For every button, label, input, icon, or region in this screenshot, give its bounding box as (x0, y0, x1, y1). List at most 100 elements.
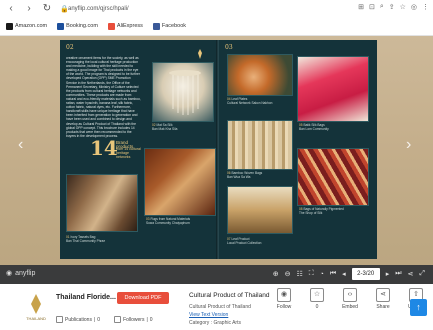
embed-button[interactable]: ‹› Embed (339, 288, 361, 310)
url-bar[interactable]: 🔒 anyflip.com/qjrsc/hpali/ (60, 3, 360, 15)
lock-icon: 🔒 (60, 6, 69, 13)
stat-separator: | (146, 316, 148, 323)
next-page-icon[interactable]: › (406, 136, 411, 154)
rss-icon: ◉ (277, 288, 291, 302)
document-category: Category : Graphic Arts (189, 320, 241, 326)
publisher-info-bar: THAILAND Thailand Floride... Download PD… (0, 284, 433, 330)
caption-item: 05 Batik Silk Bags Ban Lom Community (299, 123, 329, 131)
leaf-product-image (227, 186, 293, 234)
intro-paragraph: creative ornament items for the society,… (66, 56, 141, 138)
star-icon[interactable]: ☆ (400, 3, 406, 11)
thumbnails-icon[interactable]: ☷ (296, 270, 302, 278)
followers-icon (114, 316, 122, 323)
caption-item: 01 Ivory Tassels Bag Ban Thai Community P… (66, 235, 106, 243)
next-icon[interactable]: ▸ (386, 270, 390, 278)
followers-stat[interactable]: Followers | 0 (114, 316, 153, 323)
menu-icon[interactable]: ⋮ (422, 3, 429, 11)
right-page[interactable]: 03 04 Leaf Plates Cultural Network Sakon … (219, 40, 377, 259)
bookmark-label: Facebook (161, 23, 187, 29)
anyflip-logo-icon: ◉ (6, 270, 13, 277)
search-icon[interactable]: ⌕ (380, 3, 384, 11)
followers-label: Followers (123, 316, 145, 323)
like-count: 0 (315, 304, 319, 310)
browser-chrome: ‹ › ↻ 🔒 anyflip.com/qjrsc/hpali/ ⊞ ⊡ ⌕ ⇪… (0, 0, 433, 36)
share-toolbar-icon[interactable]: ⋖ (408, 270, 414, 278)
svg-text:THAILAND: THAILAND (26, 316, 46, 321)
page-number: 03 (225, 44, 233, 51)
leather-goods-image (144, 148, 216, 216)
pigmented-bags-image (297, 148, 369, 206)
like-button[interactable]: ☆ 0 (306, 288, 328, 310)
followers-count: 0 (149, 316, 153, 323)
arrow-up-icon: ↑ (416, 302, 421, 312)
follow-label: Follow (276, 304, 292, 310)
forward-icon[interactable]: › (22, 2, 36, 16)
follow-button[interactable]: ◉ Follow (273, 288, 295, 310)
bookmark-label: Amazon.com (15, 23, 48, 29)
embed-icon: ‹› (343, 288, 357, 302)
brand-label: anyflip (15, 269, 36, 277)
shield-icon[interactable]: ◎ (411, 3, 417, 11)
view-text-version-link[interactable]: View Text Version (189, 312, 228, 318)
stat-separator: | (93, 316, 96, 323)
bookmark-label: AliExpress (116, 23, 143, 29)
prev-icon[interactable]: ◂ (342, 270, 346, 278)
zoom-out-icon[interactable]: ⊖ (285, 270, 291, 278)
caption-item: 08 Bags of Naturally Pigmented The Shop o… (299, 207, 344, 215)
expand-icon[interactable]: ⤢ (419, 270, 425, 278)
lock2-icon[interactable]: ⊡ (369, 3, 375, 11)
anyflip-brand[interactable]: ◉ anyflip (6, 269, 36, 278)
caption-item: 04 Leaf Plates Cultural Network Sakon Nak… (227, 97, 273, 105)
star-icon: ☆ (310, 288, 324, 302)
bookmark-aliexpress[interactable]: AliExpress (107, 22, 143, 30)
facebook-icon (152, 22, 160, 30)
document-subtitle: Cultural Product of Thailand (189, 304, 251, 310)
bookmark-facebook[interactable]: Facebook (152, 22, 187, 30)
share-label: Share (376, 304, 390, 310)
share-icon[interactable]: ⇪ (389, 3, 395, 11)
fabric-rolls-image (66, 174, 138, 232)
zoom-in-icon[interactable]: ⊕ (273, 270, 279, 278)
scroll-to-top-button[interactable]: ↑ (410, 299, 427, 316)
batik-bags-image (297, 56, 369, 122)
publisher-name[interactable]: Thailand Floride... (56, 294, 116, 301)
first-page-icon[interactable]: ⏮ (330, 270, 336, 278)
amazon-icon (6, 22, 13, 30)
publisher-logo[interactable]: THAILAND (22, 292, 50, 322)
caption-item: 07 Leaf Product Local Product Collection (227, 237, 262, 245)
publications-icon (56, 316, 63, 323)
booking-icon (57, 22, 65, 30)
toolbar-controls: ⊕ ⊖ ☷ ⛶ ◔ ⏮ ◂ 2-3/20 ▸ ⏭ ⋖ ⤢ (273, 268, 425, 280)
last-page-icon[interactable]: ⏭ (395, 270, 401, 278)
publications-stat[interactable]: Publications | 0 (56, 316, 100, 323)
fullscreen-icon[interactable]: ⛶ (309, 270, 314, 278)
download-pdf-button[interactable]: Download PDF (117, 292, 169, 304)
caption-item: 02 Mat Sa Silk Ban Mak Kha Sila (152, 123, 178, 131)
prev-page-icon[interactable]: ‹ (18, 136, 23, 154)
emblem-logo (195, 46, 205, 59)
flipbook-viewer[interactable]: ‹ › 02 creative ornament items for the s… (0, 36, 433, 265)
publications-count: 0 (97, 316, 101, 323)
url-text: anyflip.com/qjrsc/hpali/ (68, 6, 129, 12)
caption-item: 03 Rugs from Natural Materials Suwa Commu… (146, 217, 191, 225)
left-page[interactable]: 02 creative ornament items for the socie… (60, 40, 218, 259)
share-icon: ⋖ (376, 288, 390, 302)
clock-icon[interactable]: ◔ (320, 271, 324, 278)
share-button[interactable]: ⋖ Share (372, 288, 394, 310)
caption-item: 06 Bamboo Woven Bags Ban Wua Sa Wa (227, 171, 263, 179)
reload-icon[interactable]: ↻ (40, 2, 54, 16)
document-actions: ◉ Follow ☆ 0 ‹› Embed ⋖ Share ⇧ Upload (273, 288, 427, 310)
bookmark-amazon[interactable]: Amazon.com (6, 22, 48, 30)
viewer-toolbar: ◉ anyflip ⊕ ⊖ ☷ ⛶ ◔ ⏮ ◂ 2-3/20 ▸ ⏭ ⋖ ⤢ (0, 265, 433, 284)
address-row: ‹ › ↻ 🔒 anyflip.com/qjrsc/hpali/ ⊞ ⊡ ⌕ ⇪… (0, 0, 433, 18)
publications-label: Publications (65, 316, 92, 323)
publisher-stats: Publications | 0 Followers | 0 (56, 316, 153, 323)
aliexpress-icon (107, 22, 115, 30)
big-number-sub: from 14 cultural heritage networks (116, 147, 141, 160)
bookmark-booking[interactable]: Booking.com (57, 22, 98, 30)
back-icon[interactable]: ‹ (4, 2, 18, 16)
chandelier-image (152, 62, 214, 122)
grid-icon[interactable]: ⊞ (358, 3, 364, 11)
page-indicator[interactable]: 2-3/20 (351, 268, 380, 280)
bookmarks-bar: Amazon.com Booking.com AliExpress Facebo… (6, 20, 186, 32)
